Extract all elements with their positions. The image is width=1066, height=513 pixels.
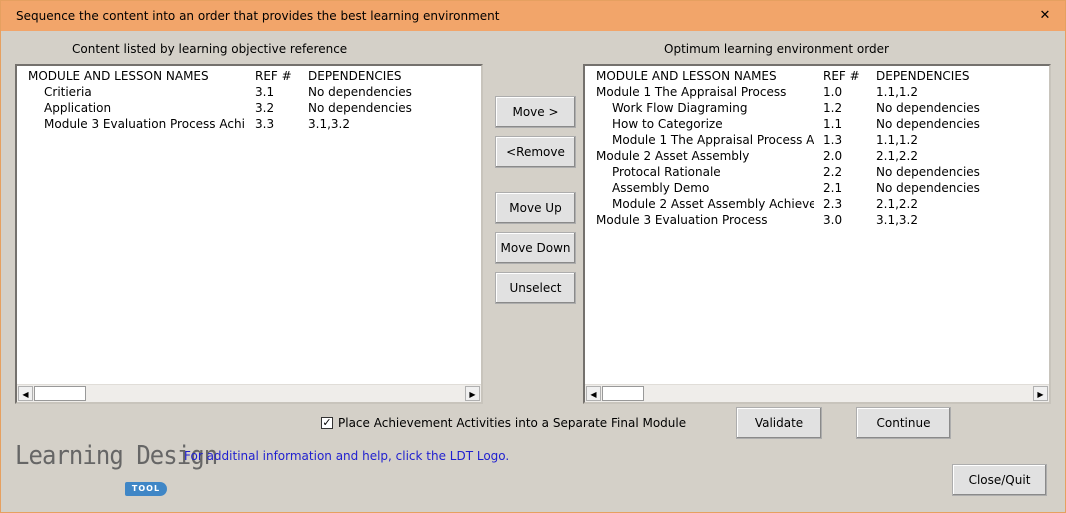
left-list-caption: Content listed by learning objective ref… bbox=[72, 42, 348, 56]
window-title: Sequence the content into an order that … bbox=[16, 9, 500, 23]
item-deps: No dependencies bbox=[876, 181, 980, 195]
item-deps: 2.1,2.2 bbox=[876, 149, 918, 163]
help-text: For additinal information and help, clic… bbox=[184, 449, 510, 463]
title-bar: Sequence the content into an order that … bbox=[1, 1, 1065, 31]
item-name: Module 1 The Appraisal Process Ac bbox=[612, 133, 814, 147]
item-ref: 3.0 bbox=[823, 213, 843, 227]
item-name: Module 2 Asset Assembly Achievem bbox=[612, 197, 814, 211]
item-deps: No dependencies bbox=[308, 85, 412, 99]
item-ref: 2.2 bbox=[823, 165, 843, 179]
remove-button[interactable]: <Remove bbox=[495, 136, 576, 168]
item-ref: 3.2 bbox=[255, 101, 275, 115]
item-name: Assembly Demo bbox=[612, 181, 710, 195]
list-header-row: MODULE AND LESSON NAMES REF # DEPENDENCI… bbox=[585, 69, 1049, 85]
list-item[interactable]: How to Categorize 1.1 No dependencies bbox=[585, 117, 1049, 133]
list-item[interactable]: Protocal Rationale 2.2 No dependencies bbox=[585, 165, 1049, 181]
separate-module-checkbox[interactable]: ✓ bbox=[321, 417, 333, 429]
header-dependencies: DEPENDENCIES bbox=[876, 69, 970, 83]
horizontal-scrollbar[interactable]: ◀ ▶ bbox=[17, 384, 481, 402]
move-button[interactable]: Move > bbox=[495, 96, 576, 128]
list-item[interactable]: Module 1 The Appraisal Process Ac 1.3 1.… bbox=[585, 133, 1049, 149]
item-deps: 3.1,3.2 bbox=[876, 213, 918, 227]
item-ref: 3.1 bbox=[255, 85, 275, 99]
move-down-button[interactable]: Move Down bbox=[495, 232, 576, 264]
logo-tag[interactable]: TOOL bbox=[125, 482, 167, 496]
scroll-right-icon[interactable]: ▶ bbox=[465, 386, 480, 401]
scroll-thumb[interactable] bbox=[34, 386, 86, 401]
item-ref: 3.3 bbox=[255, 117, 275, 131]
item-name: Critieria bbox=[44, 85, 92, 99]
close-quit-button[interactable]: Close/Quit bbox=[952, 464, 1047, 496]
list-item[interactable]: Assembly Demo 2.1 No dependencies bbox=[585, 181, 1049, 197]
content-list[interactable]: MODULE AND LESSON NAMES REF # DEPENDENCI… bbox=[15, 64, 483, 404]
list-item[interactable]: Module 3 Evaluation Process Achiev 3.3 3… bbox=[17, 117, 481, 133]
list-item[interactable]: Module 2 Asset Assembly Achievem 2.3 2.1… bbox=[585, 197, 1049, 213]
scroll-left-icon[interactable]: ◀ bbox=[586, 386, 601, 401]
item-ref: 1.2 bbox=[823, 101, 843, 115]
item-deps: No dependencies bbox=[876, 101, 980, 115]
order-list[interactable]: MODULE AND LESSON NAMES REF # DEPENDENCI… bbox=[583, 64, 1051, 404]
horizontal-scrollbar[interactable]: ◀ ▶ bbox=[585, 384, 1049, 402]
header-ref: REF # bbox=[255, 69, 292, 83]
item-ref: 2.0 bbox=[823, 149, 843, 163]
item-name: Protocal Rationale bbox=[612, 165, 721, 179]
item-deps: No dependencies bbox=[876, 165, 980, 179]
item-name: Module 3 Evaluation Process Achiev bbox=[44, 117, 244, 131]
item-name: How to Categorize bbox=[612, 117, 723, 131]
item-name: Work Flow Diagraming bbox=[612, 101, 748, 115]
list-item[interactable]: Module 2 Asset Assembly 2.0 2.1,2.2 bbox=[585, 149, 1049, 165]
item-deps: 3.1,3.2 bbox=[308, 117, 350, 131]
item-name: Module 1 The Appraisal Process bbox=[596, 85, 787, 99]
item-deps: 1.1,1.2 bbox=[876, 85, 918, 99]
list-item[interactable]: Work Flow Diagraming 1.2 No dependencies bbox=[585, 101, 1049, 117]
item-ref: 2.3 bbox=[823, 197, 843, 211]
item-deps: 1.1,1.2 bbox=[876, 133, 918, 147]
header-module-names: MODULE AND LESSON NAMES bbox=[596, 69, 777, 83]
header-module-names: MODULE AND LESSON NAMES bbox=[28, 69, 209, 83]
list-item[interactable]: Application 3.2 No dependencies bbox=[17, 101, 481, 117]
item-name: Module 3 Evaluation Process bbox=[596, 213, 768, 227]
header-dependencies: DEPENDENCIES bbox=[308, 69, 402, 83]
header-ref: REF # bbox=[823, 69, 860, 83]
list-item[interactable]: Module 1 The Appraisal Process 1.0 1.1,1… bbox=[585, 85, 1049, 101]
item-ref: 1.3 bbox=[823, 133, 843, 147]
item-deps: No dependencies bbox=[876, 117, 980, 131]
item-name: Module 2 Asset Assembly bbox=[596, 149, 750, 163]
list-header-row: MODULE AND LESSON NAMES REF # DEPENDENCI… bbox=[17, 69, 481, 85]
scroll-right-icon[interactable]: ▶ bbox=[1033, 386, 1048, 401]
item-name: Application bbox=[44, 101, 112, 115]
validate-button[interactable]: Validate bbox=[736, 407, 822, 439]
right-list-caption: Optimum learning environment order bbox=[664, 42, 889, 56]
scroll-thumb[interactable] bbox=[602, 386, 644, 401]
item-ref: 1.0 bbox=[823, 85, 843, 99]
move-up-button[interactable]: Move Up bbox=[495, 192, 576, 224]
item-ref: 2.1 bbox=[823, 181, 843, 195]
item-ref: 1.1 bbox=[823, 117, 843, 131]
item-deps: No dependencies bbox=[308, 101, 412, 115]
close-icon[interactable]: ✕ bbox=[1025, 1, 1065, 31]
scroll-left-icon[interactable]: ◀ bbox=[18, 386, 33, 401]
continue-button[interactable]: Continue bbox=[856, 407, 951, 439]
list-item[interactable]: Critieria 3.1 No dependencies bbox=[17, 85, 481, 101]
item-deps: 2.1,2.2 bbox=[876, 197, 918, 211]
unselect-button[interactable]: Unselect bbox=[495, 272, 576, 304]
separate-module-label: Place Achievement Activities into a Sepa… bbox=[338, 416, 687, 430]
list-item[interactable]: Module 3 Evaluation Process 3.0 3.1,3.2 bbox=[585, 213, 1049, 229]
dialog-window: Sequence the content into an order that … bbox=[0, 0, 1066, 513]
